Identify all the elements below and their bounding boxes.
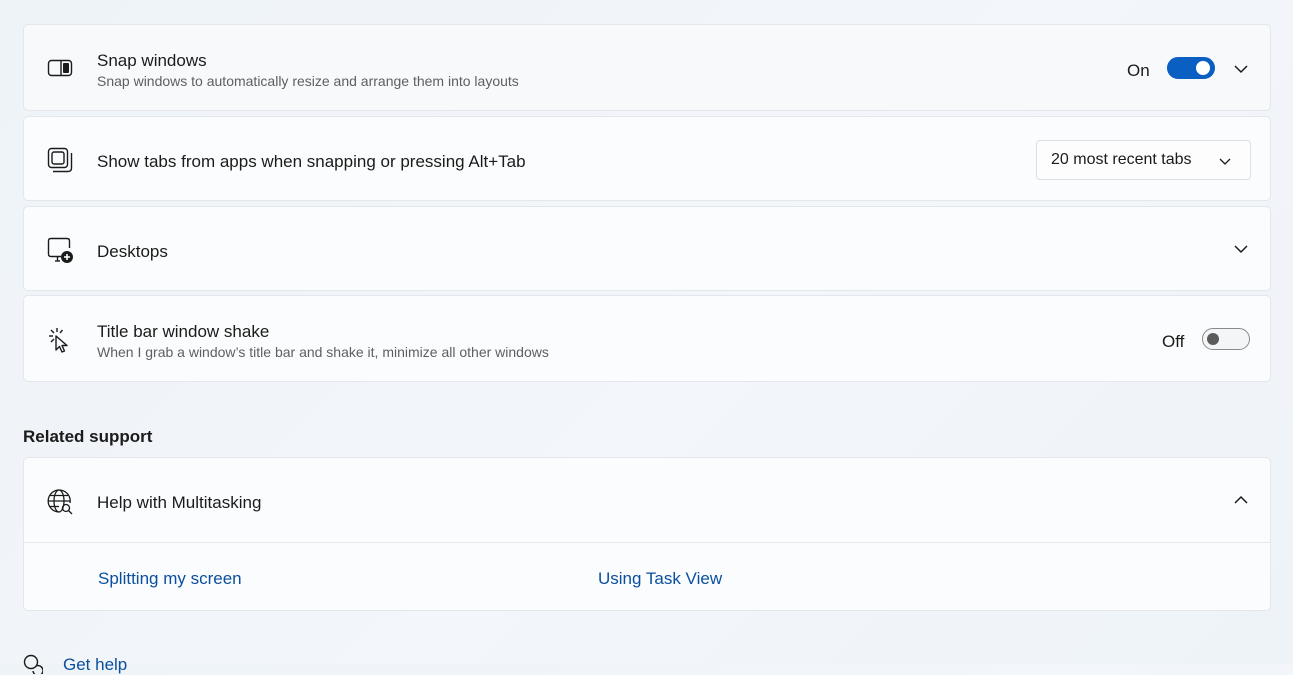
help-multitasking-card: Help with Multitasking Splitting my scre… bbox=[23, 457, 1271, 611]
globe-search-icon bbox=[46, 488, 74, 516]
help-multitasking-title: Help with Multitasking bbox=[97, 493, 262, 512]
dropdown-selected-value: 20 most recent tabs bbox=[1051, 151, 1192, 168]
show-tabs-card: Show tabs from apps when snapping or pre… bbox=[23, 116, 1271, 201]
show-tabs-title: Show tabs from apps when snapping or pre… bbox=[97, 152, 526, 171]
snap-windows-description: Snap windows to automatically resize and… bbox=[97, 73, 519, 89]
link-splitting-my-screen[interactable]: Splitting my screen bbox=[98, 569, 242, 589]
title-bar-shake-description: When I grab a window’s title bar and sha… bbox=[97, 344, 549, 360]
link-using-task-view[interactable]: Using Task View bbox=[598, 569, 722, 589]
toggle-knob bbox=[1207, 333, 1219, 345]
chevron-down-icon[interactable] bbox=[1232, 240, 1250, 258]
chevron-down-icon bbox=[1218, 154, 1232, 168]
desktops-title: Desktops bbox=[97, 242, 168, 261]
divider bbox=[24, 542, 1270, 543]
desktop-add-icon bbox=[46, 236, 74, 264]
chevron-down-icon[interactable] bbox=[1232, 60, 1250, 78]
snap-windows-title: Snap windows bbox=[97, 51, 207, 70]
shake-cursor-icon bbox=[46, 326, 74, 354]
title-bar-shake-toggle[interactable] bbox=[1202, 328, 1250, 350]
snap-windows-toggle-state: On bbox=[1127, 61, 1150, 80]
desktops-card[interactable]: Desktops bbox=[23, 206, 1271, 291]
snap-windows-toggle[interactable] bbox=[1167, 57, 1215, 79]
get-help-label: Get help bbox=[63, 655, 128, 674]
chevron-up-icon[interactable] bbox=[1232, 491, 1250, 509]
title-bar-shake-toggle-state: Off bbox=[1162, 332, 1185, 351]
tabs-count-dropdown[interactable]: 20 most recent tabs bbox=[1036, 140, 1251, 180]
related-support-heading: Related support bbox=[23, 427, 153, 446]
snap-windows-card[interactable]: Snap windows Snap windows to automatical… bbox=[23, 24, 1271, 111]
help-chat-icon bbox=[23, 654, 43, 674]
title-bar-shake-title: Title bar window shake bbox=[97, 322, 270, 341]
title-bar-shake-card: Title bar window shake When I grab a win… bbox=[23, 295, 1271, 382]
snap-layout-icon bbox=[46, 54, 74, 82]
toggle-knob bbox=[1196, 61, 1210, 75]
stacked-windows-icon bbox=[46, 146, 74, 174]
